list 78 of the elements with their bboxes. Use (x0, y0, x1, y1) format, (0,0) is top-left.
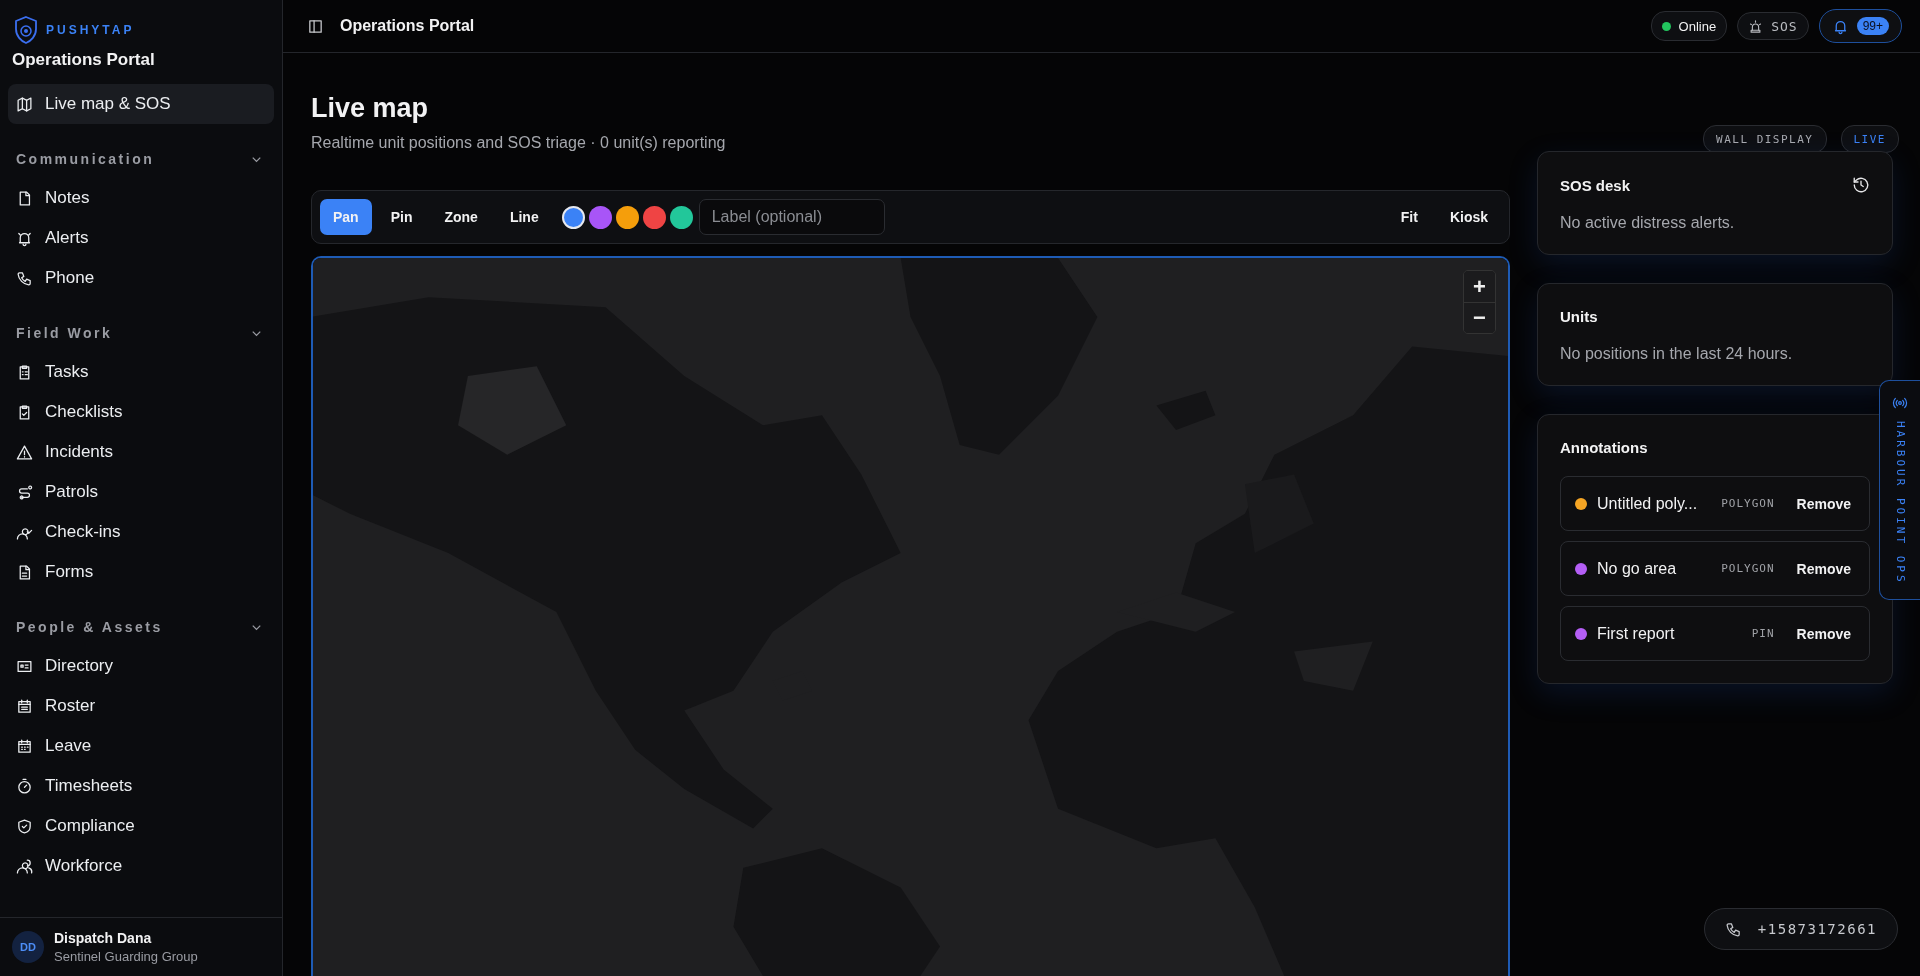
toolbar-action-button[interactable]: Fit (1387, 199, 1431, 235)
sidebar-item[interactable]: Checklists (8, 392, 274, 432)
card-title: Annotations (1560, 439, 1649, 456)
phone-button[interactable]: +15873172661 (1703, 908, 1898, 950)
sidebar-item[interactable]: Notes (8, 178, 274, 218)
annotation-name: First report (1597, 624, 1676, 643)
sidebar-item[interactable]: Live map & SOS (8, 84, 274, 124)
toolbar-action-button[interactable]: Kiosk (1436, 199, 1501, 235)
route-icon (16, 483, 33, 501)
sidebar-item[interactable]: Roster (8, 686, 274, 726)
sidebar-item[interactable]: Patrols (8, 472, 274, 512)
empty-message: No positions in the last 24 hours. (1560, 345, 1794, 363)
shield-logo-icon (14, 16, 38, 44)
label-input[interactable]: Label (optional) (698, 199, 885, 235)
notification-count: 99+ (1856, 17, 1889, 35)
users-icon (16, 857, 33, 875)
tool-button[interactable]: Pin (377, 199, 426, 235)
history-icon[interactable] (1852, 176, 1870, 194)
sidebar-item[interactable]: Workforce (8, 846, 274, 886)
broadcast-icon (1892, 395, 1908, 411)
sidebar-item[interactable]: Leave (8, 726, 274, 766)
remove-button[interactable]: Remove (1796, 625, 1851, 642)
annotation-type: POLYGON (1721, 562, 1775, 575)
tool-button[interactable]: Line (496, 199, 552, 235)
page-header-title: Operations Portal (340, 17, 475, 35)
color-swatch[interactable] (669, 205, 693, 229)
user-name: Dispatch Dana (54, 930, 153, 946)
app-title: Operations Portal (12, 50, 156, 70)
sidebar-item[interactable]: Check-ins (8, 512, 274, 552)
section-header[interactable]: Field Work (8, 320, 274, 346)
sidebar-item[interactable]: Phone (8, 258, 274, 298)
zoom-button[interactable]: + (1464, 271, 1495, 302)
tool-button[interactable]: Zone (431, 199, 491, 235)
annotation-type: POLYGON (1721, 497, 1775, 510)
sidebar-item[interactable]: Timesheets (8, 766, 274, 806)
calendar-icon (16, 737, 33, 755)
color-swatch[interactable] (615, 205, 639, 229)
annotation-type: PIN (1751, 627, 1775, 640)
color-swatch[interactable] (642, 205, 666, 229)
sidebar-item[interactable]: Tasks (8, 352, 274, 392)
color-swatch[interactable] (561, 205, 585, 229)
color-swatch[interactable] (588, 205, 612, 229)
remove-button[interactable]: Remove (1796, 560, 1851, 577)
sidebar-toggle-icon[interactable] (307, 17, 324, 35)
sidebar-item[interactable]: Directory (8, 646, 274, 686)
sidebar-item[interactable]: Incidents (8, 432, 274, 472)
warning-icon (16, 443, 33, 461)
siren-icon (1748, 18, 1764, 34)
sidebar-item[interactable]: Forms (8, 552, 274, 592)
annotation-name: No go area (1597, 559, 1678, 578)
card-title: Units (1560, 308, 1599, 325)
sos-button[interactable]: SOS (1737, 12, 1809, 40)
side-tab[interactable]: HARBOUR POINT OPS (1879, 380, 1920, 600)
brand-name: PUSHYTAP (46, 23, 135, 37)
mode-badge: LIVE (1840, 125, 1899, 153)
zoom-button[interactable]: − (1464, 302, 1495, 333)
status-label: Online (1678, 18, 1717, 34)
empty-message: No active distress alerts. (1560, 214, 1736, 232)
section-header[interactable]: People & Assets (8, 614, 274, 640)
mode-badge: WALL DISPLAY (1703, 125, 1827, 153)
shield-check-icon (16, 817, 33, 835)
calendar-icon (16, 697, 33, 715)
card-title: SOS desk (1560, 176, 1631, 194)
page-title: Live map (311, 93, 430, 124)
phone-icon (1724, 920, 1742, 938)
user-avatar: DD (12, 931, 44, 963)
phone-icon (16, 269, 33, 287)
user-organization: Sentinel Guarding Group (54, 949, 198, 964)
remove-button[interactable]: Remove (1796, 495, 1851, 512)
notifications-button[interactable]: 99+ (1818, 9, 1902, 43)
section-header[interactable]: Communication (8, 146, 274, 172)
sidebar-item[interactable]: Compliance (8, 806, 274, 846)
sidebar-item[interactable]: Alerts (8, 218, 274, 258)
timer-icon (16, 777, 33, 795)
side-tab-label: HARBOUR POINT OPS (1893, 421, 1907, 585)
map-icon (16, 95, 33, 113)
page-subtitle: Realtime unit positions and SOS triage · 0 unit(s) reporting (311, 134, 727, 152)
annotation-name: Untitled poly... (1597, 494, 1699, 513)
